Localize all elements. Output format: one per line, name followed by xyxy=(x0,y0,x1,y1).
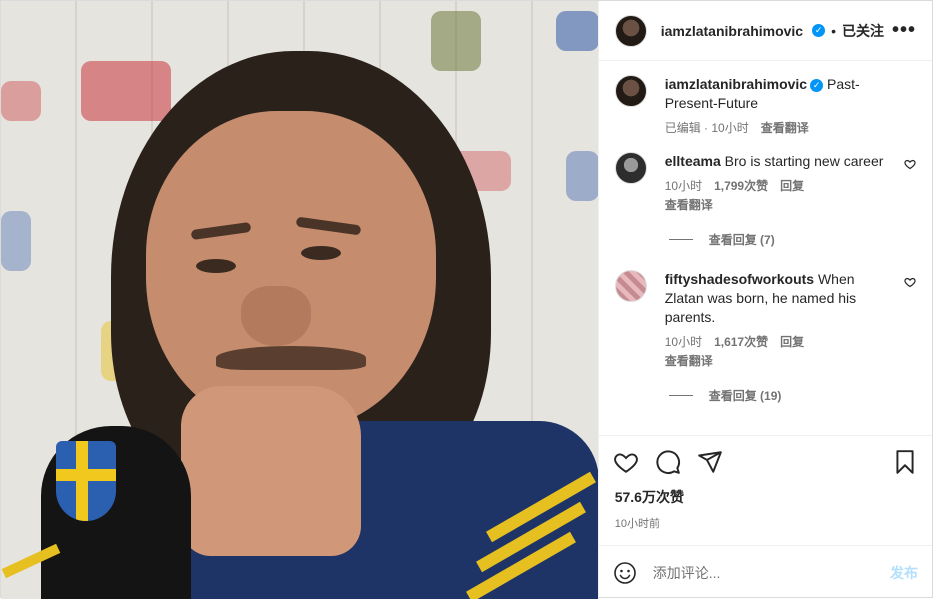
person-eye xyxy=(196,259,236,273)
caption-body: iamzlatanibrahimovic ✓ Past-Present-Futur… xyxy=(665,75,916,136)
author-avatar[interactable] xyxy=(614,14,647,47)
person-fist xyxy=(181,386,361,556)
comment-avatar[interactable] xyxy=(614,152,647,184)
view-replies-button[interactable]: 查看回复 (19) xyxy=(668,387,916,404)
comment-avatar[interactable] xyxy=(614,270,647,302)
comment-meta: 10小时 1,799次赞 回复 xyxy=(665,177,896,194)
verified-badge-icon: ✓ xyxy=(810,78,824,92)
post-comment-button[interactable]: 发布 xyxy=(890,563,918,583)
view-replies-button[interactable]: 查看回复 (7) xyxy=(668,231,916,248)
person-nose xyxy=(241,286,311,346)
heart-icon[interactable] xyxy=(904,276,916,288)
comment-likes[interactable]: 1,617次赞 xyxy=(714,333,768,350)
caption-translate-link[interactable]: 查看翻译 xyxy=(761,119,809,136)
post-side-panel: iamzlatanibrahimovic ✓ • 已关注 ••• iamzlat… xyxy=(597,1,932,599)
likes-count[interactable]: 57.6万次赞 xyxy=(599,487,932,507)
caption-text-line: iamzlatanibrahimovic ✓ Past-Present-Futur… xyxy=(665,75,896,113)
comment-time: 10小时 xyxy=(664,179,703,193)
comment-icon[interactable] xyxy=(655,449,681,475)
caption-avatar[interactable] xyxy=(614,75,647,107)
comment-time: 10小时 xyxy=(664,335,703,349)
comment-item: fiftyshadesofworkouts When Zlatan was bo… xyxy=(614,270,916,369)
caption: iamzlatanibrahimovic ✓ Past-Present-Futur… xyxy=(614,75,916,136)
comment-body: ellteama Bro is starting new career 10小时… xyxy=(665,152,916,213)
caption-edited-time: 已编辑 · 10小时 xyxy=(664,121,749,135)
backdrop-logo xyxy=(566,151,598,201)
swedish-flag-badge xyxy=(56,441,116,521)
person-moustache xyxy=(216,346,366,370)
post-photo[interactable] xyxy=(1,1,598,599)
comment-reply-button[interactable]: 回复 xyxy=(780,177,804,194)
comment-username[interactable]: ellteama xyxy=(665,153,721,169)
backdrop-logo xyxy=(1,81,41,121)
comment-translate-link[interactable]: 查看翻译 xyxy=(665,352,896,369)
add-comment-bar: 发布 xyxy=(598,545,932,599)
post-actions xyxy=(598,435,932,487)
heart-icon[interactable] xyxy=(613,449,639,475)
backdrop-logo xyxy=(431,11,481,71)
post-header: iamzlatanibrahimovic ✓ • 已关注 ••• xyxy=(598,1,932,61)
backdrop-logo xyxy=(556,11,598,51)
comment-text-line: fiftyshadesofworkouts When Zlatan was bo… xyxy=(665,270,896,327)
post-dialog: iamzlatanibrahimovic ✓ • 已关注 ••• iamzlat… xyxy=(0,0,933,599)
view-replies-label: 查看回复 (19) xyxy=(708,389,782,403)
comment-meta: 10小时 1,617次赞 回复 xyxy=(665,333,896,350)
comment-text-line: ellteama Bro is starting new career xyxy=(665,152,896,171)
separator-dot: • xyxy=(831,22,837,39)
comment-likes[interactable]: 1,799次赞 xyxy=(714,177,768,194)
more-options-icon[interactable]: ••• xyxy=(892,19,916,42)
view-replies-label: 查看回复 (7) xyxy=(708,233,775,247)
author-info: iamzlatanibrahimovic ✓ • 已关注 xyxy=(661,21,892,41)
replies-line xyxy=(668,239,693,240)
comment-text: Bro is starting new career xyxy=(724,153,884,169)
comment-body: fiftyshadesofworkouts When Zlatan was bo… xyxy=(665,270,916,369)
caption-meta: 已编辑 · 10小时 查看翻译 xyxy=(665,119,896,136)
comment-item: ellteama Bro is starting new career 10小时… xyxy=(614,152,916,213)
comment-input[interactable] xyxy=(652,564,874,581)
author-username[interactable]: iamzlatanibrahimovic xyxy=(661,23,803,39)
backdrop-logo xyxy=(81,61,171,121)
comment-translate-link[interactable]: 查看翻译 xyxy=(665,196,896,213)
post-time: 10小时前 xyxy=(614,518,660,530)
comments-list[interactable]: iamzlatanibrahimovic ✓ Past-Present-Futur… xyxy=(599,61,932,435)
caption-username[interactable]: iamzlatanibrahimovic xyxy=(665,76,807,92)
person-face xyxy=(146,111,436,431)
share-icon[interactable] xyxy=(697,449,723,475)
comment-username[interactable]: fiftyshadesofworkouts xyxy=(665,271,814,287)
replies-line xyxy=(668,395,693,396)
person-eye xyxy=(301,246,341,260)
following-button[interactable]: 已关注 xyxy=(842,21,884,41)
heart-icon[interactable] xyxy=(904,158,916,170)
comment-reply-button[interactable]: 回复 xyxy=(780,333,804,350)
emoji-icon[interactable] xyxy=(613,561,637,585)
backdrop-logo xyxy=(1,211,31,271)
verified-badge-icon: ✓ xyxy=(812,24,826,37)
bookmark-icon[interactable] xyxy=(892,449,918,475)
